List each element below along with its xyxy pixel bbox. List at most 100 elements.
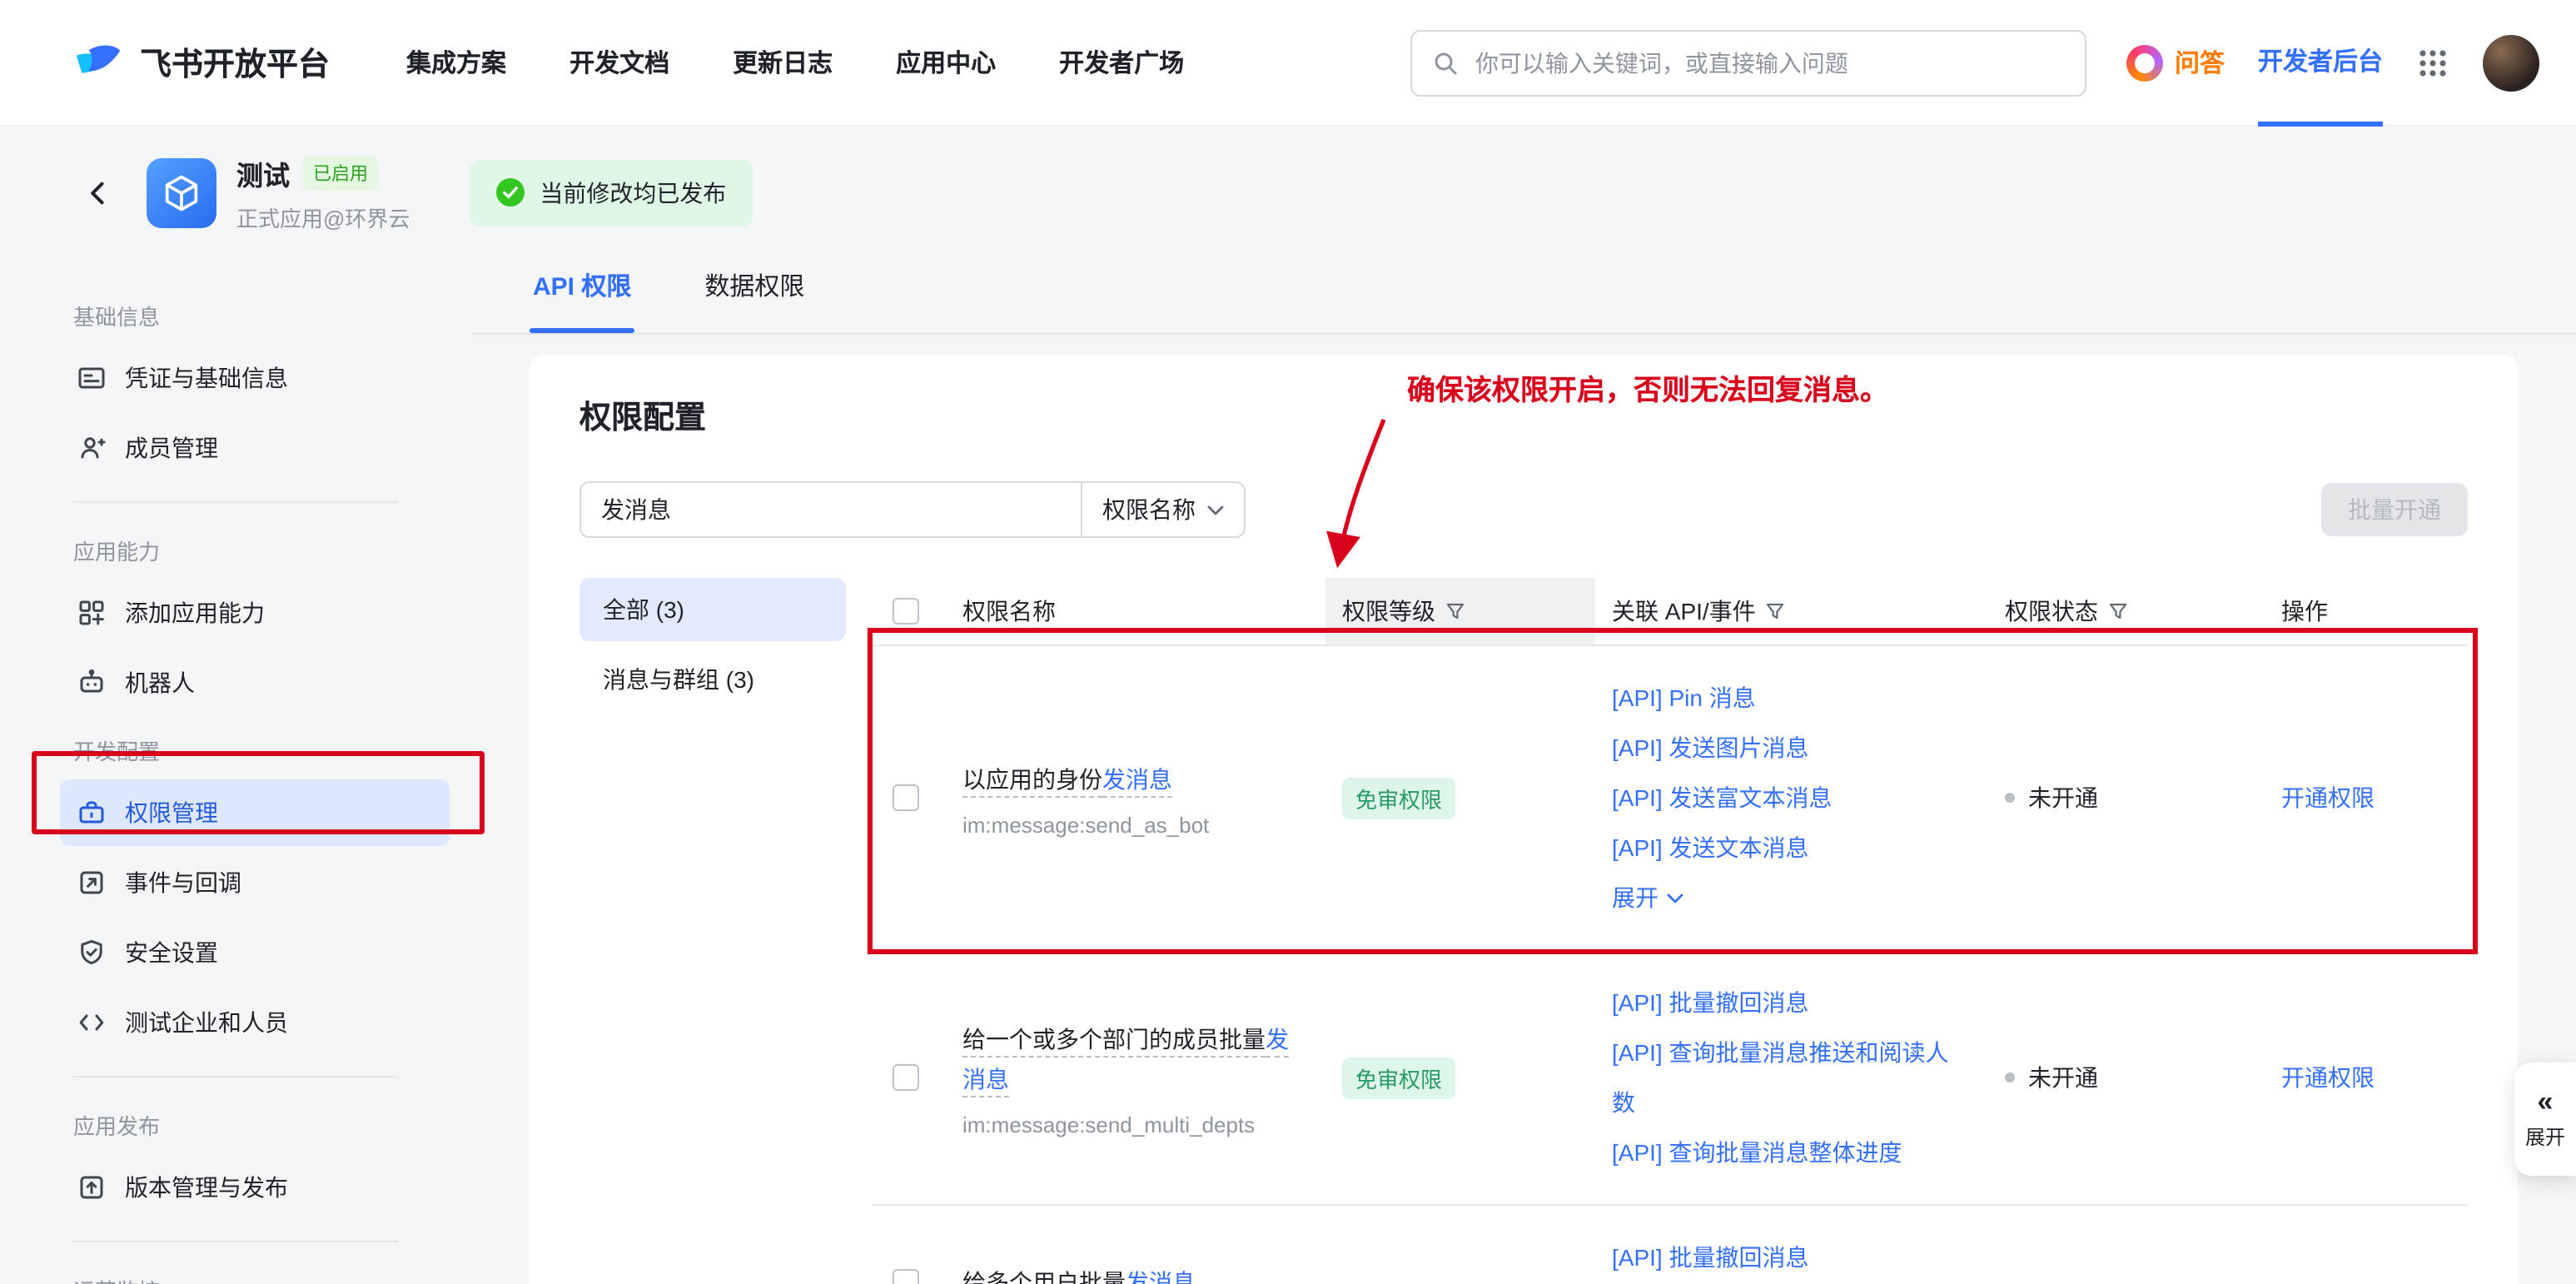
status-dot-icon <box>2005 1072 2015 1082</box>
header-status[interactable]: 权限状态 <box>1992 578 2258 644</box>
sidebar-item-members[interactable]: 成员管理 <box>60 415 450 481</box>
permission-content: 全部 (3) 消息与群组 (3) 权限名称 权限等级 <box>579 578 2468 1284</box>
row-checkbox[interactable] <box>893 784 919 811</box>
nav-app-center[interactable]: 应用中心 <box>896 45 996 80</box>
qa-label: 问答 <box>2175 45 2225 80</box>
nav-changelog[interactable]: 更新日志 <box>733 45 833 80</box>
nav-integration[interactable]: 集成方案 <box>406 45 506 80</box>
permission-name-cell: 给多个用户批量发消息 <box>939 1262 1325 1284</box>
bulk-enable-button[interactable]: 批量开通 <box>2321 483 2468 536</box>
app-icon <box>147 157 216 227</box>
toolbar: 权限名称 批量开通 <box>579 481 2468 538</box>
select-all-checkbox[interactable] <box>893 598 919 625</box>
cube-icon <box>160 171 203 214</box>
api-link[interactable]: [API] 发送图片消息 <box>1612 723 1965 773</box>
expand-apis-link[interactable]: 展开 <box>1612 873 1965 923</box>
tab-api-permissions[interactable]: API 权限 <box>530 258 634 333</box>
sidebar-section-monitor: 运营监控 <box>0 1259 471 1284</box>
status-dot-icon <box>2005 793 2015 803</box>
permission-name[interactable]: 以应用的身份发消息 <box>962 759 1305 799</box>
apps-grid-icon[interactable] <box>2416 46 2449 79</box>
permission-name[interactable]: 给多个用户批量发消息 <box>962 1262 1305 1284</box>
brand[interactable]: 飞书开放平台 <box>73 37 330 87</box>
divider <box>73 501 398 503</box>
nav-dev-plaza[interactable]: 开发者广场 <box>1059 45 1184 80</box>
filter-all[interactable]: 全部 (3) <box>579 578 846 641</box>
double-chevron-left-icon: « <box>2538 1088 2554 1115</box>
sidebar-item-add-capability[interactable]: 添加应用能力 <box>60 580 450 646</box>
api-link[interactable]: [API] 批量撤回消息 <box>1612 978 1965 1028</box>
row-checkbox[interactable] <box>893 1269 919 1284</box>
qa-link[interactable]: 问答 <box>2126 44 2225 81</box>
enable-permission-link[interactable]: 开通权限 <box>2258 1061 2468 1094</box>
sidebar: 基础信息 凭证与基础信息 成员管理 应用能力 添加应用能力 <box>0 258 471 1284</box>
sidebar-item-events[interactable]: 事件与回调 <box>60 849 450 916</box>
header-action: 操作 <box>2258 578 2468 644</box>
permission-code: im:message:send_as_bot <box>962 812 1305 837</box>
chevron-down-icon <box>1667 892 1683 903</box>
permission-name-cell: 给一个或多个部门的成员批量发消息 im:message:send_multi_d… <box>939 1018 1325 1137</box>
api-link[interactable]: [API] Pin 消息 <box>1612 673 1965 723</box>
add-capability-icon <box>77 598 107 628</box>
table-row: 给多个用户批量发消息 [API] 批量撤回消息 [API] 查询批量消息推送和阅… <box>873 1206 2468 1284</box>
divider <box>73 1241 398 1242</box>
avatar[interactable] <box>2483 34 2539 91</box>
status-badge: 已启用 <box>303 156 378 189</box>
sidebar-item-security[interactable]: 安全设置 <box>60 919 450 986</box>
permission-code: im:message:send_multi_depts <box>962 1112 1305 1137</box>
permission-level-badge: 免审权限 <box>1342 1057 1455 1098</box>
sidebar-item-permissions[interactable]: 权限管理 <box>60 779 450 846</box>
permission-level-badge: 免审权限 <box>1342 777 1455 819</box>
header-name: 权限名称 <box>939 578 1325 644</box>
api-list: [API] Pin 消息 [API] 发送图片消息 [API] 发送富文本消息 … <box>1595 673 1992 923</box>
top-navbar: 飞书开放平台 集成方案 开发文档 更新日志 应用中心 开发者广场 问答 开发者后… <box>0 0 2576 127</box>
divider <box>73 1076 398 1077</box>
api-link[interactable]: [API] 查询批量消息推送和阅读人数 <box>1612 1028 1965 1127</box>
api-list: [API] 批量撤回消息 [API] 查询批量消息推送和阅读人数 [API] 查… <box>1595 978 1992 1177</box>
permission-search-box[interactable]: 权限名称 <box>579 481 1246 538</box>
primary-nav: 集成方案 开发文档 更新日志 应用中心 开发者广场 <box>406 45 1184 80</box>
permission-icon <box>77 798 107 828</box>
event-callback-icon <box>77 868 107 898</box>
app-subtitle: 正式应用@环界云 <box>236 201 410 232</box>
api-link[interactable]: [API] 查询批量消息整体进度 <box>1612 1127 1965 1177</box>
back-button[interactable] <box>77 171 120 214</box>
sidebar-item-test-org[interactable]: 测试企业和人员 <box>60 989 450 1056</box>
sidebar-item-bot[interactable]: 机器人 <box>60 649 450 716</box>
global-search-box[interactable] <box>1410 29 2086 96</box>
nav-docs[interactable]: 开发文档 <box>569 45 669 80</box>
row-checkbox[interactable] <box>893 1064 919 1091</box>
sidebar-item-version-release[interactable]: 版本管理与发布 <box>60 1154 450 1221</box>
release-icon <box>77 1172 107 1202</box>
permission-config-card: 权限配置 权限名称 批量开通 全部 (3) 消息与群组 (3) <box>530 355 2518 1284</box>
header-api[interactable]: 关联 API/事件 <box>1595 578 1992 644</box>
topnav-right: 问答 开发者后台 <box>2126 0 2539 126</box>
enable-permission-link[interactable]: 开通权限 <box>2258 781 2468 814</box>
permission-search-input[interactable] <box>581 483 1081 536</box>
panel-expand-handle[interactable]: « 展开 <box>2514 1063 2576 1176</box>
filter-funnel-icon <box>1445 601 1465 621</box>
feishu-logo-icon <box>73 37 123 87</box>
filter-funnel-icon <box>2108 601 2128 621</box>
filter-funnel-icon <box>1766 601 1786 621</box>
api-link[interactable]: [API] 发送富文本消息 <box>1612 773 1965 823</box>
permission-name[interactable]: 给一个或多个部门的成员批量发消息 <box>962 1018 1305 1098</box>
global-search-input[interactable] <box>1472 47 2065 77</box>
search-field-dropdown[interactable]: 权限名称 <box>1081 483 1244 536</box>
robot-icon <box>77 668 107 698</box>
security-icon <box>77 938 107 968</box>
api-link[interactable]: [API] 批量撤回消息 <box>1612 1232 1965 1282</box>
filter-message-group[interactable]: 消息与群组 (3) <box>579 648 846 711</box>
tab-data-permissions[interactable]: 数据权限 <box>701 258 808 333</box>
members-icon <box>77 433 107 463</box>
publish-status-banner: 当前修改均已发布 <box>470 159 753 226</box>
api-link[interactable]: [API] 发送文本消息 <box>1612 823 1965 873</box>
nav-developer-console[interactable]: 开发者后台 <box>2258 0 2383 126</box>
api-list: [API] 批量撤回消息 [API] 查询批量消息推送和阅读 <box>1595 1232 1992 1284</box>
chevron-left-icon <box>83 177 113 207</box>
chevron-down-icon <box>1207 504 1224 515</box>
brand-name: 飞书开放平台 <box>140 40 330 85</box>
permission-tabs: API 权限 数据权限 <box>471 258 2576 335</box>
sidebar-item-credentials[interactable]: 凭证与基础信息 <box>60 345 450 411</box>
header-level[interactable]: 权限等级 <box>1325 578 1595 644</box>
